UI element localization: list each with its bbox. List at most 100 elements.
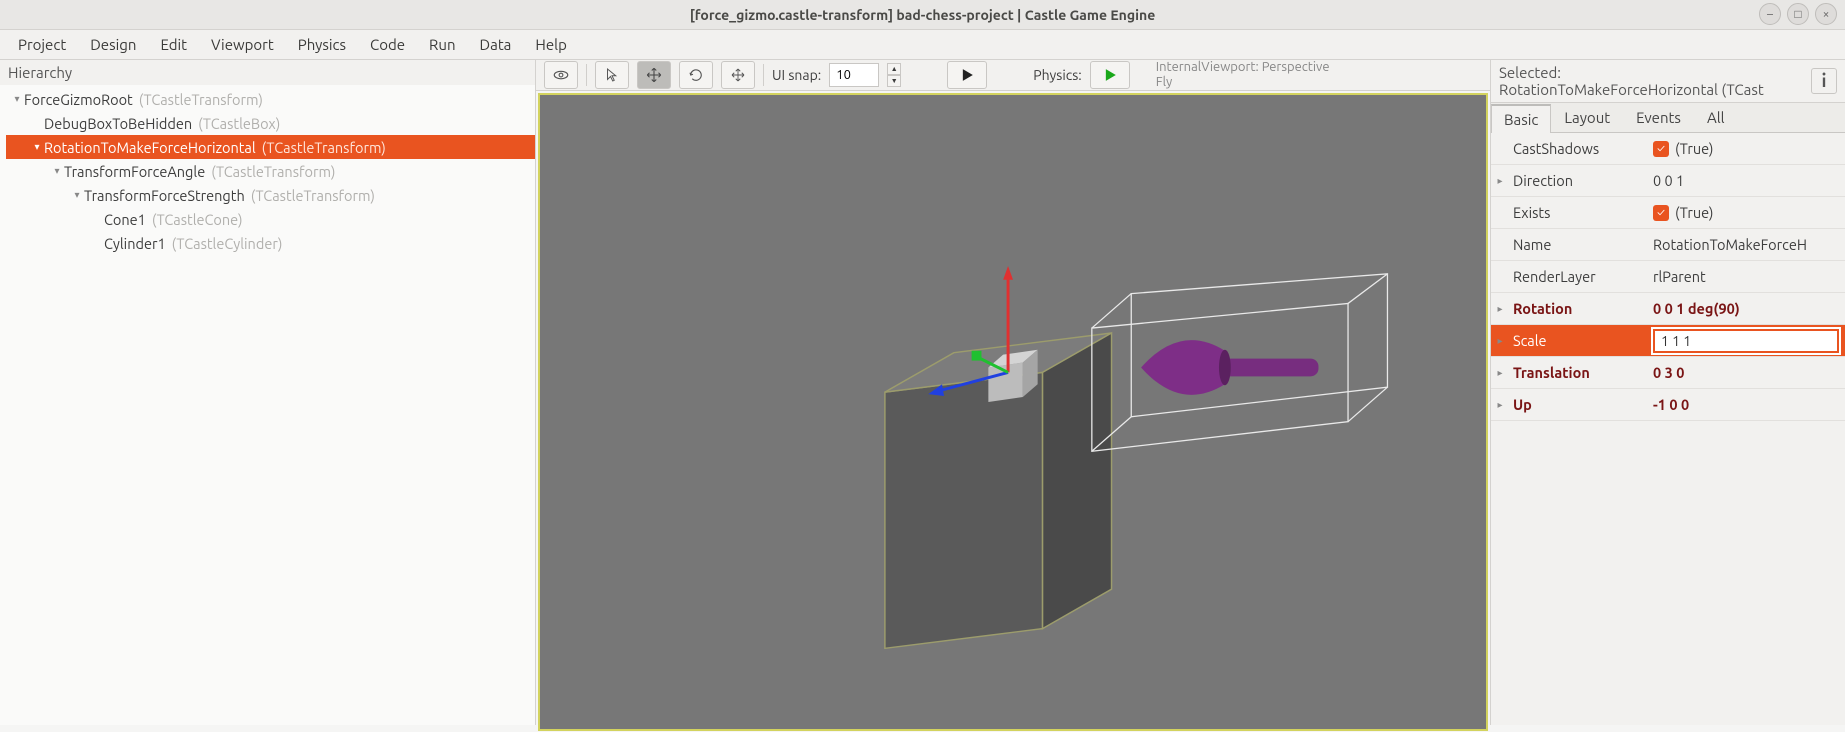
prop-value[interactable]: 0 3 0 [1647, 364, 1845, 381]
tree-node-name: ForceGizmoRoot [24, 91, 133, 108]
tab-events[interactable]: Events [1623, 103, 1694, 132]
tab-basic[interactable]: Basic [1491, 104, 1551, 133]
properties-panel: Selected: RotationToMakeForceHorizontal … [1491, 60, 1845, 725]
tree-node-TransformForceStrength[interactable]: ▾TransformForceStrength (TCastleTransform… [6, 183, 535, 207]
prop-Up[interactable]: ▸Up-1 0 0 [1491, 389, 1845, 421]
viewport-info: InternalViewport: Perspective Fly [1156, 60, 1330, 90]
menu-design[interactable]: Design [80, 32, 146, 57]
prop-Scale[interactable]: ▸Scale [1491, 325, 1845, 357]
menu-code[interactable]: Code [360, 32, 415, 57]
prop-value[interactable]: ✓(True) [1647, 204, 1845, 221]
property-tabs: BasicLayoutEventsAll [1491, 103, 1845, 133]
scale-icon [729, 66, 747, 84]
close-button[interactable]: × [1815, 3, 1837, 25]
hierarchy-title: Hierarchy [0, 60, 535, 85]
menu-physics[interactable]: Physics [288, 32, 356, 57]
expander-icon[interactable]: ▾ [70, 189, 84, 201]
prop-Exists[interactable]: Exists✓(True) [1491, 197, 1845, 229]
physics-label: Physics: [1033, 67, 1081, 83]
prop-RenderLayer[interactable]: RenderLayerrlParent [1491, 261, 1845, 293]
prop-value[interactable]: ✓(True) [1647, 140, 1845, 157]
tree-node-name: DebugBoxToBeHidden [44, 115, 192, 132]
prop-Rotation[interactable]: ▸Rotation0 0 1 deg(90) [1491, 293, 1845, 325]
prop-Name[interactable]: NameRotationToMakeForceH [1491, 229, 1845, 261]
tab-layout[interactable]: Layout [1551, 103, 1623, 132]
prop-Translation[interactable]: ▸Translation0 3 0 [1491, 357, 1845, 389]
menu-bar: ProjectDesignEditViewportPhysicsCodeRunD… [0, 30, 1845, 60]
expander-icon[interactable]: ▾ [50, 165, 64, 177]
ui-snap-input[interactable] [829, 63, 879, 87]
prop-expander-icon[interactable]: ▸ [1491, 175, 1509, 187]
separator [586, 64, 587, 86]
prop-name: Translation [1509, 364, 1647, 381]
tree-node-DebugBoxToBeHidden[interactable]: DebugBoxToBeHidden(TCastleBox) [6, 111, 535, 135]
prop-value[interactable]: 0 0 1 [1647, 172, 1845, 189]
tree-node-type: (TCastleCone) [152, 211, 243, 228]
cursor-icon [603, 66, 621, 84]
info-button[interactable]: i [1811, 68, 1837, 94]
prop-value[interactable]: 0 0 1 deg(90) [1647, 300, 1845, 317]
selected-header: Selected: RotationToMakeForceHorizontal … [1491, 60, 1845, 103]
property-grid[interactable]: CastShadows✓(True)▸Direction0 0 1Exists✓… [1491, 133, 1845, 725]
physics-play-button[interactable] [1090, 61, 1130, 89]
tree-node-name: TransformForceStrength [84, 187, 245, 204]
hierarchy-panel: Hierarchy ▾ForceGizmoRoot(TCastleTransfo… [0, 60, 536, 725]
expander-icon[interactable]: ▾ [10, 93, 24, 105]
play-button[interactable] [947, 61, 987, 89]
menu-viewport[interactable]: Viewport [201, 32, 284, 57]
move-tool-button[interactable] [637, 61, 671, 89]
prop-value[interactable]: RotationToMakeForceH [1647, 236, 1845, 253]
prop-value[interactable]: -1 0 0 [1647, 396, 1845, 413]
hierarchy-tree[interactable]: ▾ForceGizmoRoot(TCastleTransform)DebugBo… [0, 85, 535, 725]
prop-value[interactable]: rlParent [1647, 268, 1845, 285]
move-icon [645, 66, 663, 84]
tree-node-ForceGizmoRoot[interactable]: ▾ForceGizmoRoot (TCastleTransform) [6, 87, 535, 111]
prop-expander-icon[interactable]: ▸ [1491, 399, 1509, 411]
prop-name: Rotation [1509, 300, 1647, 317]
expander-icon[interactable]: ▾ [30, 141, 44, 153]
maximize-button[interactable]: □ [1787, 3, 1809, 25]
menu-project[interactable]: Project [8, 32, 76, 57]
tree-node-Cone1[interactable]: Cone1 (TCastleCone) [6, 207, 535, 231]
prop-CastShadows[interactable]: CastShadows✓(True) [1491, 133, 1845, 165]
tree-node-name: Cylinder1 [104, 235, 166, 252]
prop-name: Up [1509, 396, 1647, 413]
prop-name: Direction [1509, 172, 1647, 189]
prop-expander-icon[interactable]: ▸ [1491, 335, 1509, 347]
viewport-toolbar: UI snap: ▲ ▼ Physics: InternalViewport: … [536, 60, 1490, 91]
menu-edit[interactable]: Edit [150, 32, 197, 57]
prop-value[interactable] [1647, 329, 1845, 353]
tree-node-Cylinder1[interactable]: Cylinder1(TCastleCylinder) [6, 231, 535, 255]
center-panel: UI snap: ▲ ▼ Physics: InternalViewport: … [536, 60, 1491, 725]
tree-node-name: Cone1 [104, 211, 146, 228]
scale-tool-button[interactable] [721, 61, 755, 89]
prop-expander-icon[interactable]: ▸ [1491, 367, 1509, 379]
viewport-3d[interactable] [538, 93, 1488, 731]
tree-node-RotationToMakeForceHorizontal[interactable]: ▾RotationToMakeForceHorizontal(TCastleTr… [6, 135, 535, 159]
rotate-tool-button[interactable] [679, 61, 713, 89]
tree-node-type: (TCastleTransform) [139, 91, 263, 108]
separator [763, 64, 764, 86]
tab-all[interactable]: All [1694, 103, 1738, 132]
minimize-button[interactable]: – [1759, 3, 1781, 25]
menu-run[interactable]: Run [419, 32, 465, 57]
checkbox-icon[interactable]: ✓ [1653, 205, 1669, 221]
tree-node-name: RotationToMakeForceHorizontal [44, 139, 256, 156]
rotate-icon [687, 66, 705, 84]
spinner-up[interactable]: ▲ [887, 63, 901, 75]
preview-toggle-button[interactable] [544, 61, 578, 89]
checkbox-icon[interactable]: ✓ [1653, 141, 1669, 157]
prop-expander-icon[interactable]: ▸ [1491, 303, 1509, 315]
selected-value: RotationToMakeForceHorizontal (TCast [1499, 81, 1764, 98]
ui-snap-label: UI snap: [772, 67, 821, 83]
tree-node-type: (TCastleTransform) [251, 187, 375, 204]
menu-data[interactable]: Data [470, 32, 522, 57]
menu-help[interactable]: Help [525, 32, 576, 57]
play-green-icon [1100, 65, 1120, 85]
spinner-down[interactable]: ▼ [887, 75, 901, 87]
viewport-info-line2: Fly [1156, 75, 1330, 90]
tree-node-TransformForceAngle[interactable]: ▾TransformForceAngle(TCastleTransform) [6, 159, 535, 183]
select-tool-button[interactable] [595, 61, 629, 89]
prop-input[interactable] [1653, 329, 1839, 353]
prop-Direction[interactable]: ▸Direction0 0 1 [1491, 165, 1845, 197]
